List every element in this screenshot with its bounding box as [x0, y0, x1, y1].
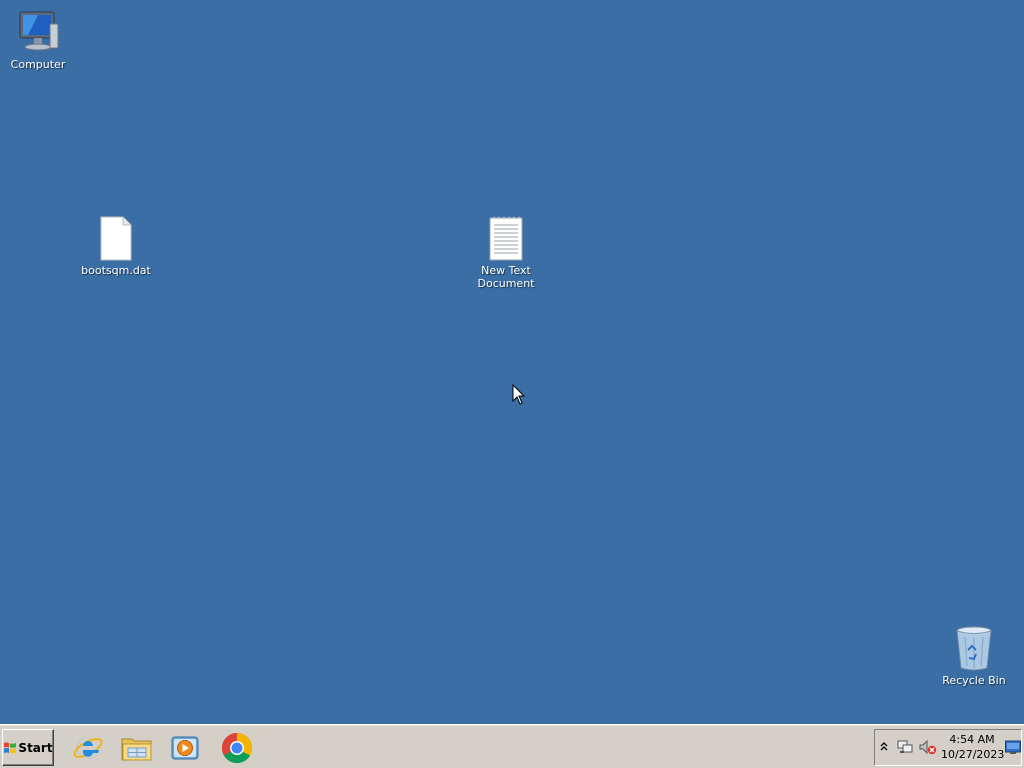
desktop-icon-new-text-document[interactable]: New Text Document [468, 214, 544, 290]
mouse-cursor-icon [512, 384, 526, 405]
show-desktop-icon[interactable] [1005, 740, 1021, 754]
start-button[interactable]: Start [2, 729, 54, 766]
desktop-icon-recycle-bin[interactable]: Recycle Bin [936, 624, 1012, 687]
taskbar-internet-explorer[interactable] [70, 730, 106, 766]
taskbar: Start 4:54 AM 10/27/2023 [0, 724, 1024, 768]
clock-time: 4:54 AM [949, 733, 995, 746]
blank-file-icon [92, 214, 140, 262]
desktop-icon-label: Computer [10, 58, 66, 71]
network-icon[interactable] [897, 739, 913, 755]
file-explorer-icon [121, 738, 152, 761]
desktop-icon-computer[interactable]: Computer [0, 8, 76, 71]
media-player-icon [171, 736, 199, 760]
desktop-icon-label: Recycle Bin [942, 674, 1006, 687]
windows-logo-icon [4, 742, 17, 753]
taskbar-clock[interactable]: 4:54 AM 10/27/2023 [941, 732, 1005, 762]
taskbar-windows-explorer[interactable] [119, 730, 155, 766]
taskbar-google-chrome[interactable] [219, 730, 255, 766]
show-hidden-icons-icon[interactable] [879, 741, 889, 753]
computer-icon [14, 8, 62, 56]
chrome-icon [221, 733, 253, 764]
volume-muted-icon[interactable] [919, 739, 937, 755]
text-document-icon [482, 214, 530, 262]
desktop-icon-label: bootsqm.dat [81, 264, 151, 277]
internet-explorer-icon [73, 737, 103, 760]
taskbar-media-player[interactable] [167, 730, 203, 766]
start-button-label: Start [18, 740, 53, 755]
recycle-bin-icon [950, 624, 998, 672]
desktop-icon-bootsqm[interactable]: bootsqm.dat [78, 214, 154, 277]
desktop-icon-label: New Text Document [477, 264, 535, 290]
system-tray: 4:54 AM 10/27/2023 [874, 729, 1022, 766]
clock-date: 10/27/2023 [941, 748, 1005, 761]
